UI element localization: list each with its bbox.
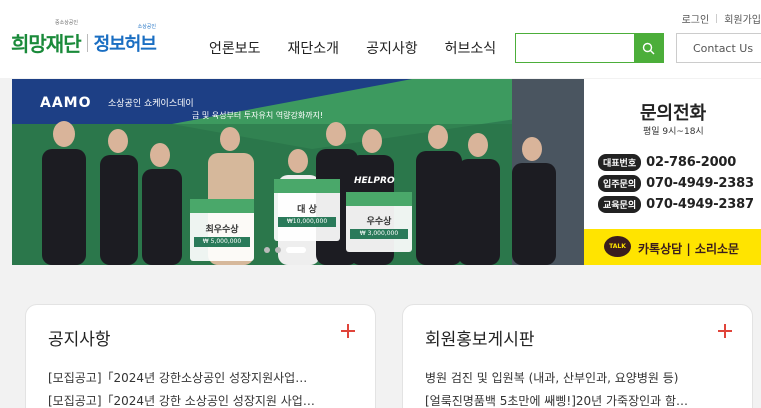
- nav-item-notice[interactable]: 공지사항: [366, 38, 418, 58]
- foundation-logo-text: 희망재단: [11, 32, 82, 56]
- nav-item-about[interactable]: 재단소개: [288, 38, 340, 58]
- award-board-amount: ₩10,000,000: [286, 218, 328, 225]
- inquiry-line[interactable]: 교육문의 070-4949-2387: [598, 196, 754, 213]
- kakao-consult-button[interactable]: TALK 카톡상담 | 소리소문: [584, 229, 761, 265]
- nav-item-press[interactable]: 언론보도: [209, 38, 261, 58]
- hero-brand-logo: AAMO: [40, 95, 92, 111]
- inquiry-line-number: 02-786-2000: [646, 155, 737, 170]
- notice-more-plus-icon[interactable]: [341, 324, 355, 338]
- hub-logo-text: 정보허브: [93, 33, 157, 55]
- member-board-item[interactable]: [얼룩진명품백 5초만에 쌔삥!]20년 가죽장인과 함…: [425, 392, 745, 408]
- member-board-card: 회원홍보게시판 병원 검진 및 입원복 (내과, 산부인과, 요양병원 등) […: [402, 304, 753, 408]
- search-icon: [642, 42, 655, 54]
- hub-logo-tagline: 소상공인: [137, 23, 157, 30]
- hub-logo[interactable]: 소상공인 정보허브: [93, 24, 157, 56]
- slide-dot-active[interactable]: [286, 247, 306, 253]
- member-board-title: 회원홍보게시판: [425, 330, 535, 350]
- signup-link[interactable]: 회원가입: [724, 11, 761, 26]
- contact-us-button[interactable]: Contact Us: [676, 33, 761, 63]
- award-board-label: 대 상: [297, 205, 317, 215]
- slide-indicator: [264, 247, 311, 253]
- inquiry-line-number: 070-4949-2383: [646, 176, 754, 191]
- notice-card: 공지사항 [모집공고]「2024년 강한소상공인 성장지원사업… [모집공고]「…: [25, 304, 376, 408]
- notice-card-title: 공지사항: [48, 330, 111, 350]
- hero-caption: 소상공인 쇼케이스데이: [108, 99, 194, 109]
- site-header: 로그인 회원가입 중소상공인 희망재단 소상공인 정보허브 언론보도 재단소개 …: [0, 0, 761, 78]
- utility-nav: 로그인 회원가입: [682, 11, 761, 26]
- hero-banner-text: 금 및 육성부터 투자유치 역량강화까지!: [192, 111, 324, 120]
- award-board-label: 최우수상: [205, 225, 239, 235]
- site-logo[interactable]: 중소상공인 희망재단 소상공인 정보허브: [11, 20, 157, 57]
- inquiry-title: 문의전화: [640, 103, 707, 124]
- kakao-talk-icon: TALK: [604, 236, 631, 257]
- inquiry-line-tag: 대표번호: [598, 154, 642, 171]
- slide-dot[interactable]: [275, 247, 281, 253]
- search-button[interactable]: [634, 34, 663, 62]
- award-board-label: 우수상: [366, 217, 392, 227]
- inquiry-line-tag: 입주문의: [598, 175, 642, 192]
- slide-dot[interactable]: [264, 247, 270, 253]
- inquiry-line-tag: 교육문의: [598, 196, 642, 213]
- inquiry-line[interactable]: 입주문의 070-4949-2383: [598, 175, 754, 192]
- award-board-amount: ₩ 3,000,000: [359, 230, 399, 237]
- search-box: [515, 33, 664, 63]
- search-input[interactable]: [516, 34, 634, 62]
- main-nav: 언론보도 재단소개 공지사항 허브소식: [209, 38, 523, 58]
- inquiry-line-number: 070-4949-2387: [646, 197, 754, 212]
- util-divider: [716, 14, 718, 23]
- award-board-amount: ₩ 5,000,000: [202, 238, 242, 245]
- member-board-more-plus-icon[interactable]: [718, 324, 732, 338]
- member-board-item[interactable]: 병원 검진 및 입원복 (내과, 산부인과, 요양병원 등): [425, 369, 745, 386]
- foundation-logo-tagline: 중소상공인: [55, 20, 79, 26]
- page: 로그인 회원가입 중소상공인 희망재단 소상공인 정보허브 언론보도 재단소개 …: [0, 0, 761, 408]
- kakao-consult-label: 카톡상담 | 소리소문: [638, 242, 740, 256]
- inquiry-hours: 평일 9시~18시: [643, 127, 704, 137]
- hero-shirt-text: HELPRO: [354, 176, 395, 186]
- inquiry-line[interactable]: 대표번호 02-786-2000: [598, 154, 736, 171]
- foundation-logo[interactable]: 중소상공인 희망재단: [11, 20, 82, 57]
- hero-banner[interactable]: AAMO 소상공인 쇼케이스데이 금 및 육성부터 투자유치 역량강화까지! H…: [12, 79, 584, 265]
- inquiry-panel: 문의전화 평일 9시~18시 대표번호 02-786-2000 입주문의 070…: [584, 79, 761, 229]
- logo-divider: [86, 33, 88, 52]
- nav-item-hub-news[interactable]: 허브소식: [445, 38, 497, 58]
- notice-item[interactable]: [모집공고]「2024년 강한 소상공인 성장지원 사업…: [48, 392, 368, 408]
- hero-photo: [12, 79, 584, 265]
- login-link[interactable]: 로그인: [682, 11, 710, 26]
- notice-item[interactable]: [모집공고]「2024년 강한소상공인 성장지원사업…: [48, 369, 368, 386]
